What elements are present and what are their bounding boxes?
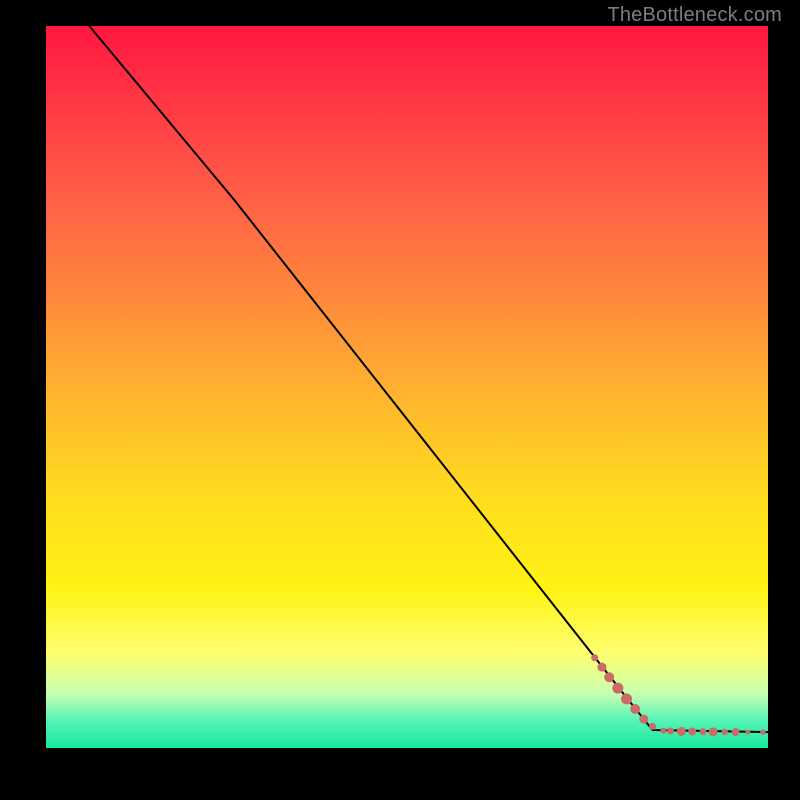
bottleneck-marker xyxy=(732,728,740,736)
plot-area xyxy=(46,26,768,748)
bottleneck-marker xyxy=(630,704,640,714)
bottleneck-marker xyxy=(677,727,686,736)
chart-frame: TheBottleneck.com xyxy=(0,0,800,800)
bottleneck-marker xyxy=(721,729,727,735)
bottleneck-marker xyxy=(649,723,656,730)
bottleneck-marker xyxy=(667,728,674,735)
bottleneck-marker xyxy=(700,728,707,735)
chart-svg xyxy=(46,26,768,748)
bottleneck-marker xyxy=(604,672,614,682)
bottleneck-marker xyxy=(621,693,632,704)
series-curve-group xyxy=(89,26,768,732)
bottleneck-marker xyxy=(591,654,598,661)
bottleneck-marker xyxy=(612,683,623,694)
bottleneck-curve-line xyxy=(89,26,768,732)
bottleneck-marker xyxy=(745,730,750,735)
bottleneck-marker xyxy=(639,715,648,724)
bottleneck-markers-group xyxy=(591,654,766,736)
bottleneck-marker xyxy=(688,728,696,736)
bottleneck-marker xyxy=(709,727,718,736)
bottleneck-marker xyxy=(597,663,606,672)
bottleneck-marker xyxy=(660,728,666,734)
watermark-label: TheBottleneck.com xyxy=(607,4,782,27)
bottleneck-marker xyxy=(760,729,766,735)
